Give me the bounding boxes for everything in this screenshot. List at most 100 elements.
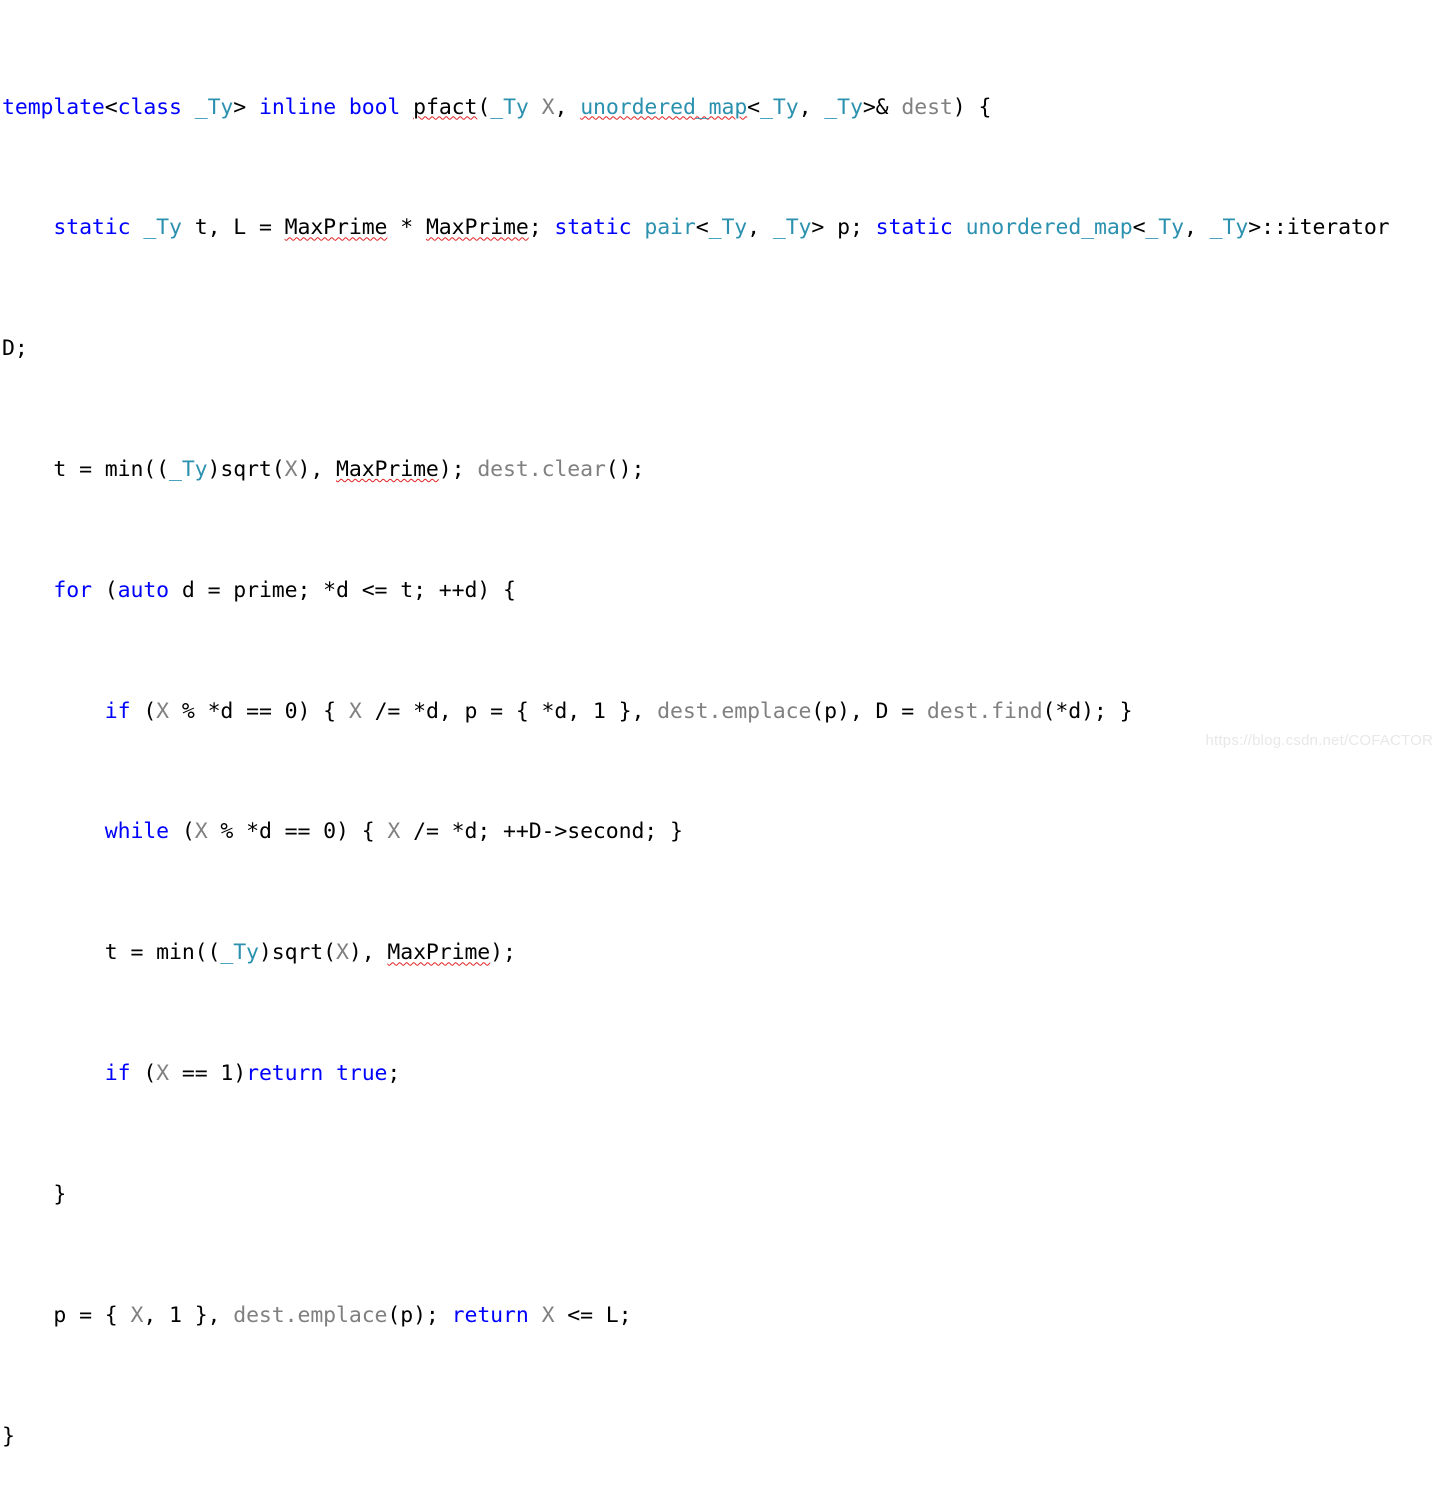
punctuation-token: ); xyxy=(438,457,478,483)
variable-token: dest xyxy=(926,698,979,724)
code-line: } xyxy=(2,1180,1441,1210)
punctuation-token: < xyxy=(1132,215,1146,241)
punctuation-token: < xyxy=(104,94,118,120)
identifier-token: MaxPrime xyxy=(336,457,439,483)
variable-token: dest xyxy=(233,1302,285,1328)
plain-token: t, L = xyxy=(181,215,285,241)
plain-token: <= L; xyxy=(554,1302,632,1328)
plain-token: ), xyxy=(297,457,337,483)
plain-token: } xyxy=(2,1181,67,1207)
punctuation-token: > xyxy=(233,94,259,120)
punctuation-token: ; xyxy=(528,215,555,241)
punctuation-token: < xyxy=(695,215,709,241)
plain-token: ( xyxy=(130,1061,157,1087)
variable-token: X xyxy=(541,94,555,120)
variable-token: X xyxy=(541,1302,555,1328)
plain-token: .emplace xyxy=(284,1302,388,1328)
plain-token: , 1 }, xyxy=(143,1302,234,1328)
punctuation-token: , xyxy=(747,215,773,241)
keyword-token: return true xyxy=(246,1061,388,1087)
code-line: t = min((_Ty)sqrt(X), MaxPrime); dest.cl… xyxy=(2,455,1441,485)
plain-token: * xyxy=(387,215,426,241)
type-token: _Ty xyxy=(1145,215,1184,241)
plain-token: .clear xyxy=(528,457,606,483)
plain-token: .find xyxy=(978,698,1043,724)
punctuation-token: (p); xyxy=(387,1302,452,1328)
punctuation-token: >:: xyxy=(1248,215,1287,241)
plain-token: ), xyxy=(348,940,388,966)
plain-token: % *d == 0) { xyxy=(207,819,388,845)
variable-token: X xyxy=(130,1302,144,1328)
plain-token: D = xyxy=(875,698,927,724)
type-token: _Ty xyxy=(220,940,259,966)
plain-token: )sqrt( xyxy=(258,940,336,966)
punctuation-token: (*d); } xyxy=(1042,698,1133,724)
variable-token: dest xyxy=(477,457,529,483)
function-name-token: pfact xyxy=(413,94,478,120)
punctuation-token: ); xyxy=(490,940,516,966)
type-token: _Ty xyxy=(708,215,748,241)
plain-token: /= *d; ++D->second; } xyxy=(400,819,683,845)
plain-token: == 1) xyxy=(169,1061,247,1087)
plain-token: )sqrt( xyxy=(207,457,285,483)
punctuation-token: ; xyxy=(387,1061,401,1087)
type-token: _Ty xyxy=(824,94,863,120)
type-token: unordered_map xyxy=(965,215,1133,241)
punctuation-token: (p), xyxy=(811,698,876,724)
code-line: while (X % *d == 0) { X /= *d; ++D->seco… xyxy=(2,817,1441,847)
code-line: template<class _Ty> inline bool pfact(_T… xyxy=(2,93,1441,123)
plain-token: t = min(( xyxy=(2,457,169,483)
type-token: _Ty xyxy=(760,94,799,120)
type-token: _Ty xyxy=(143,215,182,241)
identifier-token: MaxPrime xyxy=(284,215,388,241)
punctuation-token: ) { xyxy=(952,94,992,120)
punctuation-token: , xyxy=(1183,215,1210,241)
variable-token: X xyxy=(387,819,401,845)
plain-token: ( xyxy=(169,819,195,845)
type-token: pair xyxy=(644,215,696,241)
variable-token: X xyxy=(156,1061,170,1087)
identifier-token: MaxPrime xyxy=(425,215,529,241)
type-token: unordered_map xyxy=(580,94,748,120)
punctuation-token: , xyxy=(554,94,581,120)
keyword-token: for xyxy=(53,577,92,603)
code-line: for (auto d = prime; *d <= t; ++d) { xyxy=(2,576,1441,606)
identifier-token: MaxPrime xyxy=(387,940,491,966)
plain-token: .emplace xyxy=(708,698,812,724)
variable-token: X xyxy=(284,457,298,483)
punctuation-token: ( xyxy=(477,94,491,120)
csdn-watermark: https://blog.csdn.net/COFACTOR xyxy=(1205,732,1433,749)
variable-token: X xyxy=(156,698,170,724)
punctuation-token: >& xyxy=(862,94,902,120)
variable-token: X xyxy=(335,940,349,966)
code-line: static _Ty t, L = MaxPrime * MaxPrime; s… xyxy=(2,213,1441,243)
code-line: D; xyxy=(2,334,1441,364)
keyword-token: if xyxy=(104,1061,131,1087)
type-token: _Ty xyxy=(490,94,529,120)
code-line: if (X % *d == 0) { X /= *d, p = { *d, 1 … xyxy=(2,697,1441,727)
plain-token: t = min(( xyxy=(2,940,221,966)
variable-token: dest xyxy=(901,94,953,120)
variable-token: dest xyxy=(657,698,709,724)
code-block: template<class _Ty> inline bool pfact(_T… xyxy=(0,0,1441,1510)
variable-token: X xyxy=(194,819,208,845)
keyword-token: static xyxy=(554,215,632,241)
keyword-token: return xyxy=(451,1302,529,1328)
plain-token: p = { xyxy=(2,1302,131,1328)
plain-token: % *d == 0) { xyxy=(169,698,349,724)
punctuation-token: > p; xyxy=(811,215,876,241)
type-token: _Ty xyxy=(168,457,208,483)
plain-token: d = prime; *d <= t; ++d) { xyxy=(169,577,516,603)
keyword-token: class xyxy=(117,94,182,120)
